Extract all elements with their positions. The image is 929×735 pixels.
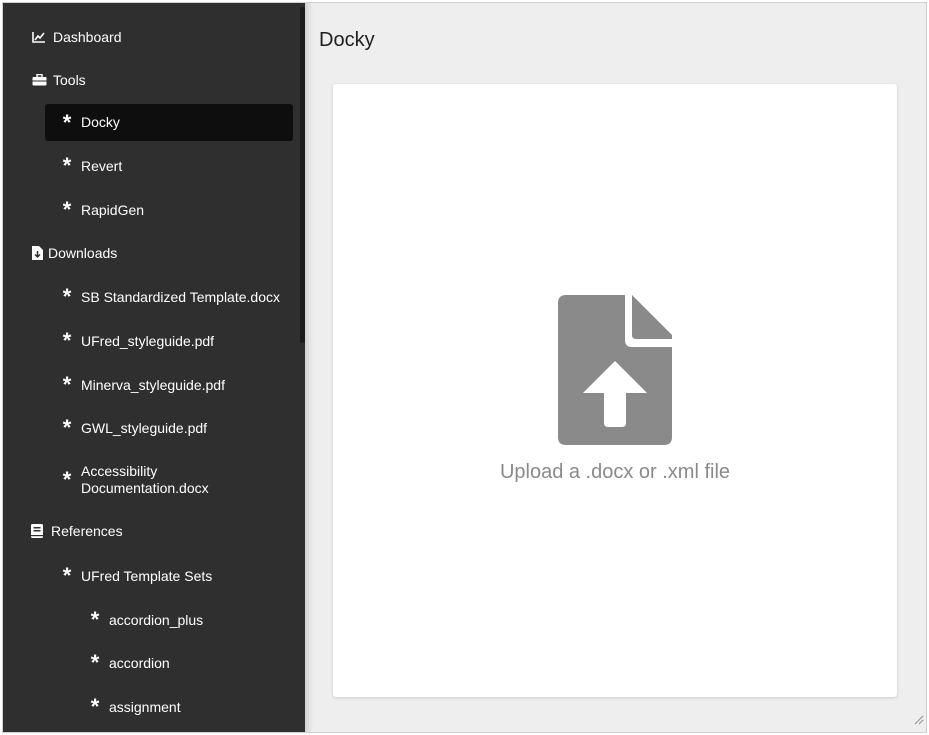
upload-dropzone[interactable]: Upload a .docx or .xml file: [333, 84, 897, 697]
asterisk-icon: *: [62, 467, 72, 492]
sidebar-item-label: UFred_styleguide.pdf: [81, 332, 215, 349]
sidebar-item-minerva-styleguide[interactable]: * Minerva_styleguide.pdf: [3, 374, 291, 396]
asterisk-icon: *: [90, 607, 100, 632]
toolbox-icon: [31, 72, 47, 88]
sidebar-item-accordion-plus[interactable]: * accordion_plus: [3, 609, 291, 631]
sidebar-item-sb-standardized-template[interactable]: * SB Standardized Template.docx: [3, 286, 291, 308]
asterisk-icon: *: [62, 415, 72, 440]
file-download-icon: [31, 245, 43, 261]
sidebar-item-label: UFred Template Sets: [81, 567, 213, 584]
asterisk-icon: *: [62, 563, 72, 588]
sidebar-item-assignment[interactable]: * assignment: [3, 696, 291, 718]
sidebar-item-dashboard[interactable]: Dashboard: [3, 26, 291, 48]
sidebar-item-label: Docky: [81, 114, 120, 130]
sidebar-item-label: GWL_styleguide.pdf: [81, 419, 208, 436]
resize-grip-icon[interactable]: [912, 712, 924, 730]
sidebar: Dashboard Tools * Docky * Revert * Rapid…: [3, 3, 305, 732]
book-icon: [31, 523, 43, 539]
sidebar-item-label: Minerva_styleguide.pdf: [81, 376, 225, 393]
sidebar-item-tools[interactable]: Tools: [3, 69, 291, 91]
sidebar-item-label: References: [51, 522, 123, 539]
asterisk-icon: *: [62, 372, 72, 397]
sidebar-item-docky[interactable]: * Docky: [45, 104, 293, 141]
sidebar-item-label: RapidGen: [81, 201, 145, 218]
upload-label: Upload a .docx or .xml file: [499, 461, 731, 483]
chart-line-icon: [31, 29, 47, 45]
sidebar-item-rapidgen[interactable]: * RapidGen: [3, 199, 291, 221]
sidebar-item-label: accordion_plus: [109, 611, 204, 628]
sidebar-item-label: Tools: [53, 71, 86, 88]
asterisk-icon: *: [90, 650, 100, 675]
asterisk-icon: *: [62, 109, 72, 135]
sidebar-item-label: accordion: [109, 654, 170, 671]
sidebar-item-ufred-styleguide[interactable]: * UFred_styleguide.pdf: [3, 330, 291, 352]
sidebar-item-label: Revert: [81, 157, 123, 174]
asterisk-icon: *: [90, 694, 100, 719]
sidebar-item-label: Dashboard: [53, 28, 122, 45]
asterisk-icon: *: [62, 197, 72, 222]
sidebar-item-gwl-styleguide[interactable]: * GWL_styleguide.pdf: [3, 417, 291, 439]
asterisk-icon: *: [62, 153, 72, 178]
sidebar-item-accordion[interactable]: * accordion: [3, 652, 291, 674]
sidebar-item-ufred-template-sets[interactable]: * UFred Template Sets: [3, 565, 291, 587]
sidebar-item-label: SB Standardized Template.docx: [81, 288, 280, 305]
sidebar-shadow: [305, 3, 313, 732]
page-title: Docky: [319, 29, 375, 51]
file-upload-icon: [558, 295, 672, 452]
sidebar-item-label: Accessibility Documentation.docx: [81, 463, 209, 496]
app-window: Dashboard Tools * Docky * Revert * Rapid…: [2, 2, 927, 733]
sidebar-item-revert[interactable]: * Revert: [3, 155, 291, 177]
sidebar-item-label: assignment: [109, 698, 181, 715]
sidebar-item-references[interactable]: References: [3, 520, 291, 542]
asterisk-icon: *: [62, 284, 72, 309]
sidebar-item-label: Downloads: [48, 244, 118, 261]
sidebar-item-accessibility-documentation[interactable]: * Accessibility Documentation.docx: [3, 463, 291, 497]
asterisk-icon: *: [62, 328, 72, 353]
sidebar-item-downloads[interactable]: Downloads: [3, 242, 291, 264]
